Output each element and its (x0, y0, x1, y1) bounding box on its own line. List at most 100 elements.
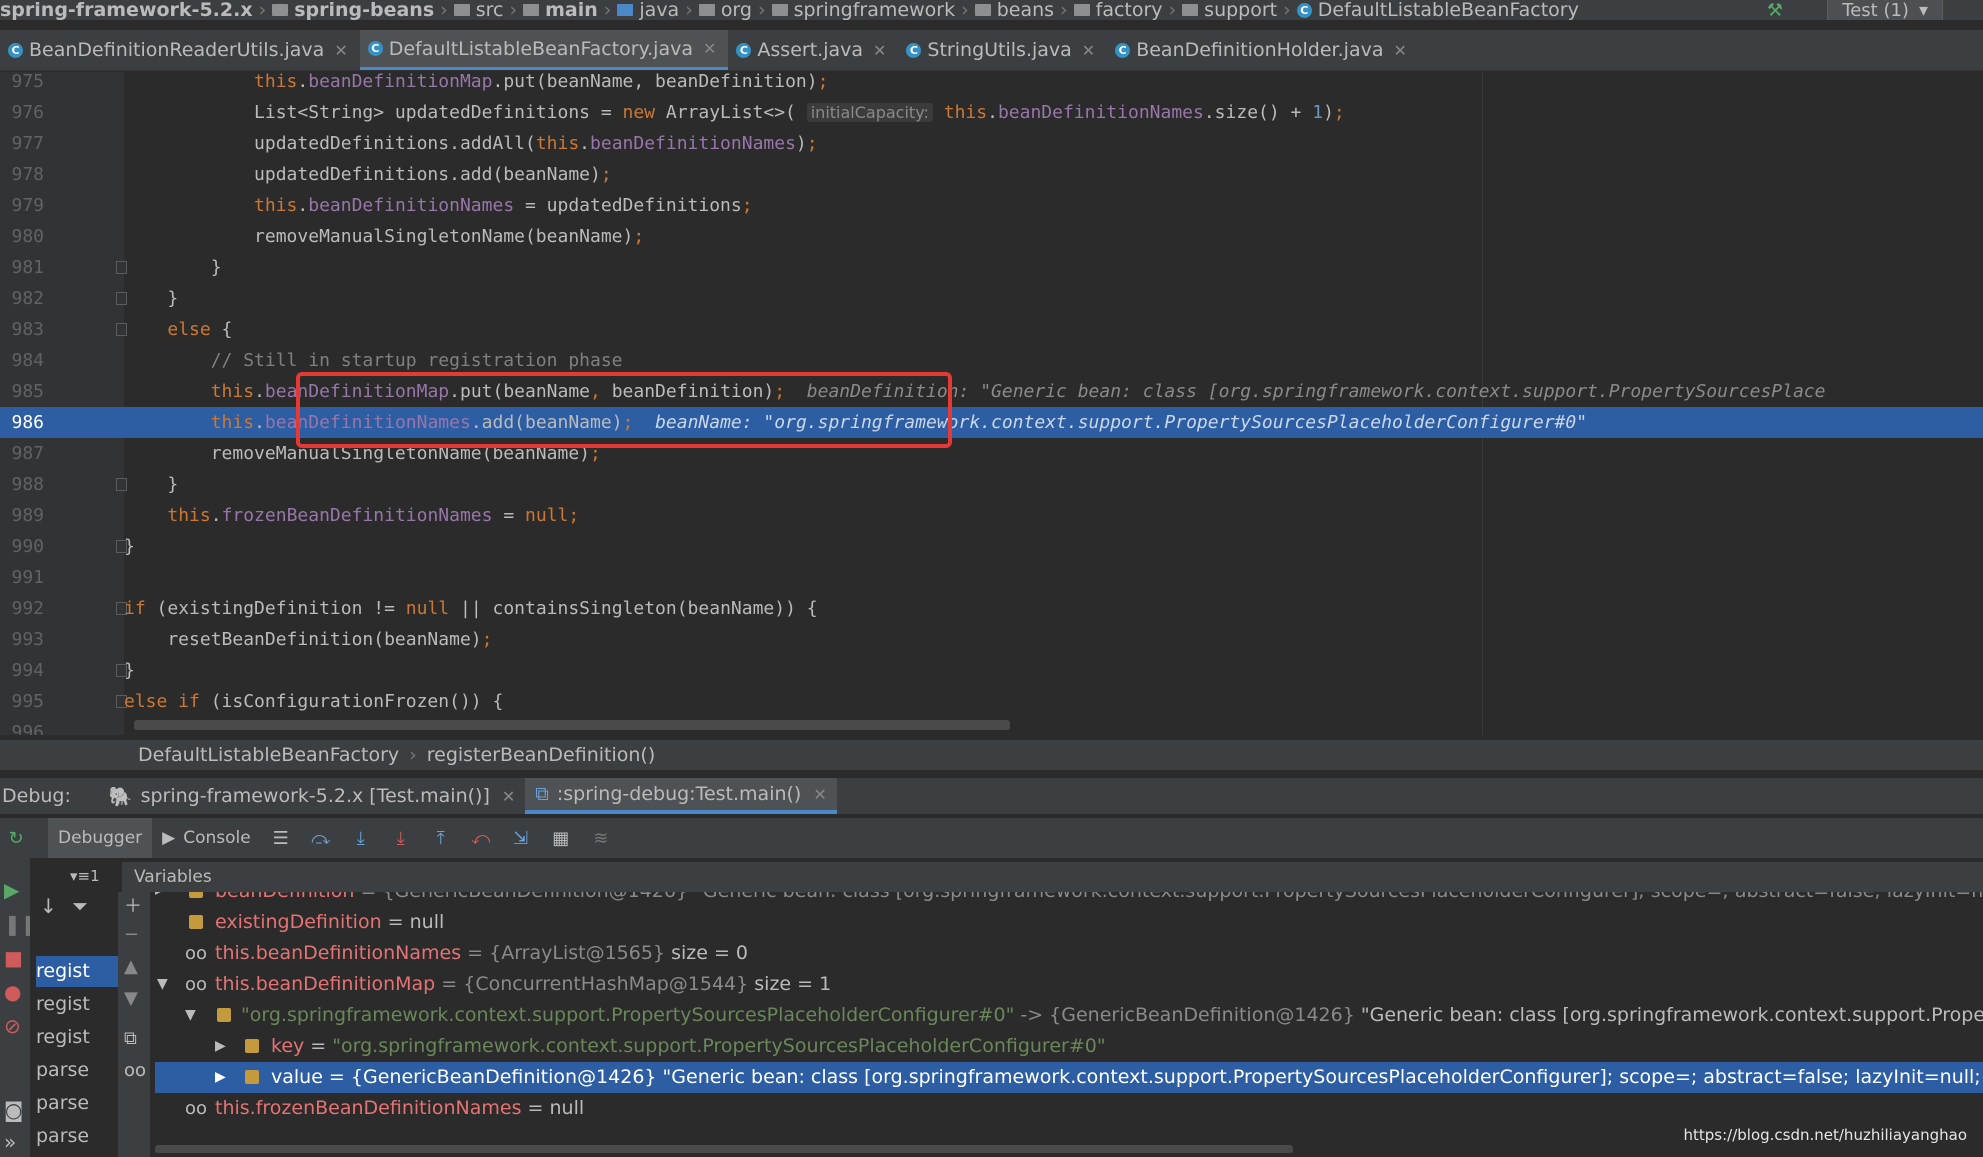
close-icon[interactable]: ✕ (1082, 41, 1095, 60)
show-execution-point-icon[interactable]: ☰ (267, 828, 295, 849)
close-icon[interactable]: ✕ (1393, 41, 1406, 60)
code-line[interactable]: 995 else if (isConfigurationFrozen()) { (0, 686, 1983, 717)
stop-icon[interactable]: ■ (4, 946, 23, 970)
crumb-springframework[interactable]: springframework (771, 0, 955, 20)
move-up-icon[interactable]: ▲ (124, 956, 138, 977)
watches-glasses-icon[interactable]: oo (124, 1060, 146, 1081)
close-icon[interactable]: ✕ (873, 41, 886, 60)
evaluate-expression-icon[interactable]: ▦ (547, 828, 575, 849)
arrow-down-icon[interactable]: ↓ (40, 894, 57, 918)
frame-item[interactable]: parse (36, 1055, 118, 1086)
line-number: 993 (11, 629, 44, 650)
crumb-project[interactable]: spring-framework-5.2.x (0, 0, 253, 20)
crumb-java[interactable]: java (617, 0, 679, 20)
crumb-beans[interactable]: beans (974, 0, 1054, 20)
code-line[interactable]: 981 } (0, 252, 1983, 283)
close-icon[interactable]: ✕ (703, 39, 716, 58)
run-configuration-select[interactable]: Test (1) ▾ (1827, 0, 1943, 20)
code-line[interactable]: 989 this.frozenBeanDefinitionNames = nul… (0, 500, 1983, 531)
remove-watch-icon[interactable]: − (124, 924, 139, 945)
step-out-icon[interactable]: ⤒ (427, 828, 455, 849)
step-into-icon[interactable]: ⤓ (347, 828, 375, 849)
crumb-support[interactable]: support (1182, 0, 1277, 20)
console-tab[interactable]: ▶ Console (152, 818, 261, 858)
variable-row[interactable]: existingDefinition = null (155, 907, 1983, 938)
variable-row[interactable]: ▶ key = "org.springframework.context.sup… (155, 1031, 1983, 1062)
trace-icon[interactable]: ≋ (587, 828, 615, 849)
run-config-icon: ⧉ (535, 783, 549, 805)
code-line[interactable]: 975 this.beanDefinitionMap.put(beanName,… (0, 72, 1983, 97)
filter-icon[interactable]: ⏷ (72, 894, 88, 918)
close-icon[interactable]: ✕ (334, 41, 347, 60)
build-hammer-icon[interactable]: ⚒ (1767, 0, 1783, 20)
debug-session-tab-active[interactable]: ⧉:spring-debug:Test.main() ✕ (525, 778, 837, 814)
crumb-class-label: DefaultListableBeanFactory (1317, 0, 1579, 20)
force-step-into-icon[interactable]: ⤓ (387, 828, 415, 849)
rerun-icon[interactable]: ↻ (2, 828, 30, 849)
crumb-module[interactable]: spring-beans (272, 0, 434, 20)
code-line[interactable]: 982 } (0, 283, 1983, 314)
view-breakpoints-icon[interactable]: ● (4, 980, 21, 1004)
editor-tabs: C BeanDefinitionReaderUtils.java ✕ C Defaul… (0, 30, 1983, 71)
frame-item[interactable]: regist (36, 989, 118, 1020)
tab-assert[interactable]: C Assert.java ✕ (728, 30, 898, 70)
collapse-arrow-icon[interactable]: ▼ (157, 969, 168, 1000)
debugger-tab[interactable]: Debugger (48, 818, 153, 858)
tab-bean-definition-holder[interactable]: C BeanDefinitionHolder.java ✕ (1107, 30, 1419, 70)
variable-row[interactable]: ▸ beanDefinition = {GenericBeanDefinitio… (155, 892, 1983, 907)
code-line[interactable]: 988 } (0, 469, 1983, 500)
crumb-org[interactable]: org (698, 0, 752, 20)
mute-breakpoints-icon[interactable]: ⊘ (4, 1014, 21, 1038)
expand-arrow-icon[interactable]: ▶ (215, 1062, 226, 1093)
more-icon[interactable]: » (4, 1130, 16, 1154)
tab-default-listable-bean-factory[interactable]: C DefaultListableBeanFactory.java ✕ (359, 30, 729, 70)
expand-arrow-icon[interactable]: ▸ (155, 892, 162, 907)
breadcrumb-class[interactable]: DefaultListableBeanFactory (138, 744, 399, 766)
copy-icon[interactable]: ⧉ (124, 1028, 137, 1049)
variable-row[interactable]: ▼ "org.springframework.context.support.P… (155, 1000, 1983, 1031)
add-watch-icon[interactable]: ＋ (124, 892, 142, 918)
tab-bean-definition-reader-utils[interactable]: C BeanDefinitionReaderUtils.java ✕ (0, 30, 360, 70)
variable-row[interactable]: oo this.beanDefinitionNames = {ArrayList… (155, 938, 1983, 969)
thread-selector[interactable]: ▾≡1 (70, 867, 100, 885)
step-over-icon[interactable]: ⤼ (307, 828, 335, 849)
code-line[interactable]: 993 resetBeanDefinition(beanName); (0, 624, 1983, 655)
code-line[interactable]: 979 this.beanDefinitionNames = updatedDe… (0, 190, 1983, 221)
close-icon[interactable]: ✕ (813, 785, 826, 804)
editor-horizontal-scrollbar[interactable] (134, 720, 1010, 730)
variable-row[interactable]: oo this.frozenBeanDefinitionNames = null (155, 1093, 1983, 1124)
frame-item[interactable]: parse (36, 1121, 118, 1152)
code-line[interactable]: 991 (0, 562, 1983, 593)
code-line[interactable]: 994} (0, 655, 1983, 686)
expand-arrow-icon[interactable]: ▶ (215, 1031, 226, 1062)
frame-item[interactable]: parse (36, 1088, 118, 1119)
variables-horizontal-scrollbar[interactable] (155, 1145, 1293, 1153)
camera-icon[interactable]: ◙ (4, 1098, 23, 1122)
code-line[interactable]: 977 updatedDefinitions.addAll(this.beanD… (0, 128, 1983, 159)
run-to-cursor-icon[interactable]: ⇲ (507, 828, 535, 849)
code-line[interactable]: 984 // Still in startup registration pha… (0, 345, 1983, 376)
tab-string-utils[interactable]: C StringUtils.java ✕ (898, 30, 1107, 70)
code-editor[interactable]: 975 this.beanDefinitionMap.put(beanName,… (0, 72, 1983, 735)
code-line[interactable]: 976 List<String> updatedDefinitions = ne… (0, 97, 1983, 128)
code-line[interactable]: 980 removeManualSingletonName(beanName); (0, 221, 1983, 252)
collapse-arrow-icon[interactable]: ▼ (185, 1000, 196, 1031)
crumb-factory[interactable]: factory (1073, 0, 1163, 20)
code-line[interactable]: 978 updatedDefinitions.add(beanName); (0, 159, 1983, 190)
crumb-src[interactable]: src (453, 0, 504, 20)
variable-row[interactable]: ▼ oo this.beanDefinitionMap = {Concurren… (155, 969, 1983, 1000)
close-icon[interactable]: ✕ (502, 787, 515, 806)
crumb-class[interactable]: C DefaultListableBeanFactory (1296, 0, 1579, 20)
frame-item[interactable]: regist (36, 956, 118, 987)
code-line[interactable]: 992 if (existingDefinition != null || con… (0, 593, 1983, 624)
code-line[interactable]: 983 else { (0, 314, 1983, 345)
debug-session-tab[interactable]: 🐘 spring-framework-5.2.x [Test.main()] ✕ (99, 778, 525, 814)
crumb-main[interactable]: main (523, 0, 598, 20)
code-line[interactable]: 990} (0, 531, 1983, 562)
resume-icon[interactable]: ▶ (4, 878, 19, 902)
move-down-icon[interactable]: ▼ (124, 988, 138, 1009)
breadcrumb-method[interactable]: registerBeanDefinition() (427, 744, 656, 766)
drop-frame-icon[interactable]: ⤺ (467, 828, 495, 849)
frame-item[interactable]: regist (36, 1022, 118, 1053)
variable-row-selected[interactable]: ▶ value = {GenericBeanDefinition@1426} "… (155, 1062, 1983, 1093)
